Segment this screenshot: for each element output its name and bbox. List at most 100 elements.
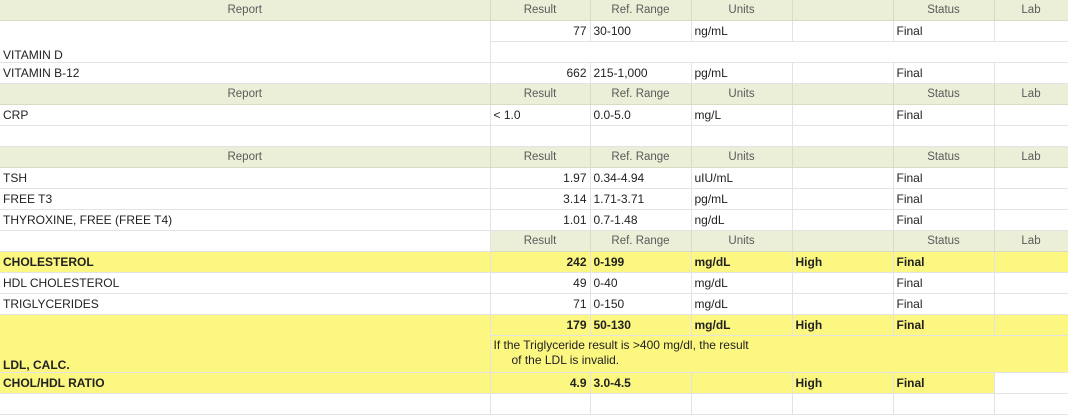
units: mg/dL [691, 272, 793, 294]
table-row [0, 393, 1068, 415]
units: pg/mL [691, 62, 793, 84]
col-header-ref-range: Ref. Range [590, 0, 692, 21]
lab [994, 314, 1068, 336]
result-value: 1.97 [490, 167, 591, 189]
empty-cell [691, 125, 793, 147]
header-row: Report Result Ref. Range Units Status La… [0, 146, 1068, 168]
result-comment-line: If the Triglyceride result is >400 mg/dl… [493, 338, 749, 352]
col-header-lab: Lab [994, 0, 1068, 21]
header-row: Report Result Ref. Range Units Status La… [0, 83, 1068, 105]
result-value: 3.14 [490, 188, 591, 210]
header-row: Result Ref. Range Units Status Lab [0, 230, 1068, 252]
col-header-report: Report [0, 146, 491, 168]
status: Final [893, 62, 995, 84]
result-comment-line: of the LDL is invalid. [511, 353, 620, 367]
empty-cell [893, 393, 995, 415]
ref-range: 215-1,000 [590, 62, 692, 84]
table-row-highlighted: CHOLESTEROL 242 0-199 mg/dL High Final [0, 251, 1068, 273]
units: uIU/mL [691, 167, 793, 189]
report-name: THYROXINE, FREE (FREE T4) [0, 209, 491, 231]
status: Final [893, 293, 995, 315]
col-header-flag [792, 230, 894, 252]
status: Final [893, 167, 995, 189]
ref-range: 0.0-5.0 [590, 104, 692, 126]
empty-cell [490, 393, 591, 415]
lab [994, 188, 1068, 210]
flag [792, 104, 894, 126]
report-name: HDL CHOLESTEROL [0, 272, 491, 294]
table-row: THYROXINE, FREE (FREE T4) 1.01 0.7-1.48 … [0, 209, 1068, 231]
col-header-status: Status [893, 230, 995, 252]
empty-cell [0, 230, 491, 252]
header-row: Report Result Ref. Range Units Status La… [0, 0, 1068, 21]
lab-results-sheet: Report Result Ref. Range Units Status La… [0, 0, 1068, 415]
flag [792, 293, 894, 315]
lab [994, 372, 1068, 394]
result-value: 1.01 [490, 209, 591, 231]
col-header-result: Result [490, 230, 591, 252]
report-name: FREE T3 [0, 188, 491, 210]
lab [994, 62, 1068, 84]
col-header-ref-range: Ref. Range [590, 83, 692, 105]
col-header-result: Result [490, 146, 591, 168]
report-name: CRP [0, 104, 491, 126]
empty-cell [490, 41, 1068, 63]
ref-range: 0.7-1.48 [590, 209, 692, 231]
table-row: HDL CHOLESTEROL 49 0-40 mg/dL Final [0, 272, 1068, 294]
status: Final [893, 104, 995, 126]
units: mg/dL [691, 314, 793, 336]
ref-range: 1.71-3.71 [590, 188, 692, 210]
report-name: LDL, CALC. [0, 314, 491, 373]
table-row: TSH 1.97 0.34-4.94 uIU/mL Final [0, 167, 1068, 189]
col-header-units: Units [691, 230, 793, 252]
units: ng/dL [691, 209, 793, 231]
flag: High [792, 314, 894, 336]
report-name: VITAMIN D [0, 20, 491, 63]
result-comment: If the Triglyceride result is >400 mg/dl… [490, 335, 1068, 373]
result-value: 179 [490, 314, 591, 336]
table-row: TRIGLYCERIDES 71 0-150 mg/dL Final [0, 293, 1068, 315]
empty-cell [691, 393, 793, 415]
ref-range: 0-199 [590, 251, 692, 273]
status: Final [893, 20, 995, 42]
empty-cell [590, 125, 692, 147]
col-header-units: Units [691, 0, 793, 21]
col-header-status: Status [893, 146, 995, 168]
col-header-units: Units [691, 146, 793, 168]
report-name: CHOL/HDL RATIO [0, 372, 491, 394]
empty-cell [994, 393, 1068, 415]
lab [994, 251, 1068, 273]
result-value: 77 [490, 20, 591, 42]
ref-range: 0-40 [590, 272, 692, 294]
ref-range: 0.34-4.94 [590, 167, 692, 189]
flag: High [792, 372, 894, 394]
empty-cell [0, 393, 491, 415]
result-value: 49 [490, 272, 591, 294]
col-header-lab: Lab [994, 83, 1068, 105]
col-header-report: Report [0, 83, 491, 105]
ref-range: 30-100 [590, 20, 692, 42]
report-name: TSH [0, 167, 491, 189]
col-header-ref-range: Ref. Range [590, 230, 692, 252]
result-value: 71 [490, 293, 591, 315]
lab [994, 167, 1068, 189]
result-value: 4.9 [490, 372, 591, 394]
report-name: TRIGLYCERIDES [0, 293, 491, 315]
empty-cell [490, 125, 591, 147]
col-header-flag [792, 83, 894, 105]
col-header-flag [792, 146, 894, 168]
lab [994, 272, 1068, 294]
result-value: < 1.0 [490, 104, 591, 126]
empty-cell [792, 393, 894, 415]
col-header-units: Units [691, 83, 793, 105]
units [691, 372, 793, 394]
ref-range: 50-130 [590, 314, 692, 336]
flag [792, 272, 894, 294]
col-header-lab: Lab [994, 146, 1068, 168]
ref-range: 0-150 [590, 293, 692, 315]
col-header-report: Report [0, 0, 491, 21]
table-row [0, 125, 1068, 147]
status: Final [893, 188, 995, 210]
table-row: VITAMIN D 77 30-100 ng/mL Final [0, 20, 1068, 63]
report-name: CHOLESTEROL [0, 251, 491, 273]
